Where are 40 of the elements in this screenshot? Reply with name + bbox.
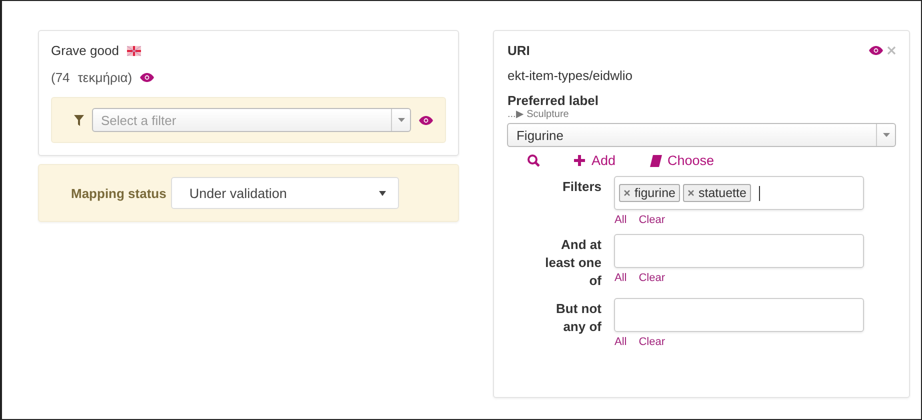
choose-button[interactable]: Choose: [650, 153, 714, 168]
caret-icon: [882, 133, 890, 137]
filter-link[interactable]: All: [614, 214, 627, 226]
filter-group-label: But not any of: [555, 300, 602, 336]
filter-group-label: And at least one of: [544, 236, 602, 290]
filter-tag: figurine: [619, 184, 680, 202]
mapping-status-select[interactable]: Under validation: [171, 177, 400, 209]
label-select[interactable]: Figurine: [507, 123, 896, 147]
plus-icon: [574, 155, 586, 166]
tag-input-field[interactable]: [614, 234, 864, 268]
term-title: Grave good: [51, 43, 119, 58]
eye-icon[interactable]: [140, 73, 154, 82]
filter-link[interactable]: All: [614, 336, 627, 348]
text-cursor: [759, 186, 760, 200]
count-label: τεκμήρια): [78, 70, 132, 85]
filter-link[interactable]: Clear: [638, 214, 666, 226]
flag-icon: [126, 46, 141, 56]
search-icon: [527, 154, 540, 167]
filter-tag: statuette: [683, 184, 752, 202]
item-count: (74: [51, 70, 70, 85]
filter-icon: [74, 114, 84, 126]
preferred-label: Preferred label: [507, 93, 600, 108]
eye-icon[interactable]: [869, 46, 883, 55]
caret-icon: [398, 118, 405, 122]
eye-icon[interactable]: [419, 116, 434, 124]
filter-link[interactable]: All: [614, 272, 627, 284]
mapping-status-label: Mapping status: [71, 186, 166, 200]
uri-value: ekt-item-types/eidwlio: [507, 68, 634, 83]
remove-icon[interactable]: [624, 190, 630, 196]
remove-icon[interactable]: [688, 190, 694, 196]
filter-link[interactable]: Clear: [638, 336, 666, 348]
add-button[interactable]: Add: [574, 153, 616, 168]
filter-link[interactable]: Clear: [638, 272, 666, 284]
caret-icon: [379, 190, 386, 196]
filter-group-label: Filters: [561, 178, 602, 196]
book-icon: [650, 154, 662, 166]
breadcrumb: ...▶ Sculpture: [507, 108, 570, 120]
uri-label: URI: [507, 43, 530, 58]
tag-input-field[interactable]: [614, 298, 864, 332]
tag-input-field[interactable]: figurine statuette: [614, 176, 864, 210]
